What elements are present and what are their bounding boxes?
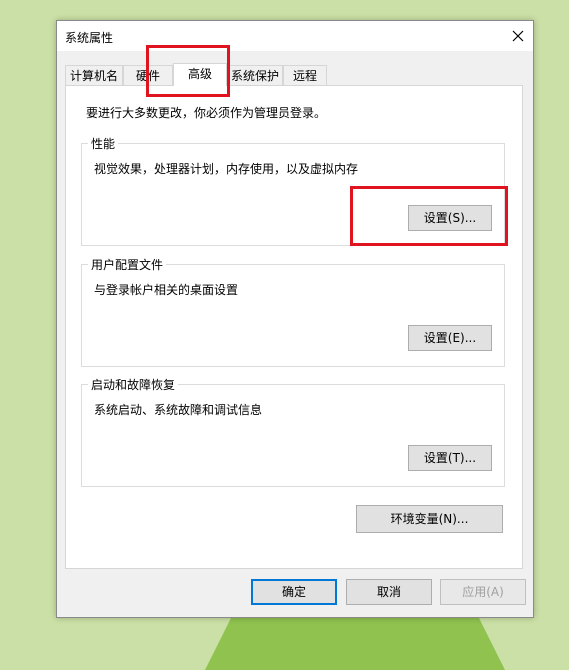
environment-variables-button[interactable]: 环境变量(N)... [356, 505, 503, 533]
tab-system-protection[interactable]: 系统保护 [227, 65, 283, 85]
apply-button: 应用(A) [440, 579, 526, 605]
startup-recovery-group: 启动和故障恢复 系统启动、系统故障和调试信息 设置(T)... [81, 376, 505, 487]
user-profiles-title: 用户配置文件 [88, 256, 167, 273]
startup-recovery-title: 启动和故障恢复 [88, 376, 179, 393]
ok-button[interactable]: 确定 [251, 579, 337, 605]
advanced-tab-panel: 要进行大多数更改，你必须作为管理员登录。 性能 视觉效果，处理器计划，内存使用，… [65, 85, 523, 569]
user-profiles-desc: 与登录帐户相关的桌面设置 [94, 283, 239, 297]
performance-group: 性能 视觉效果，处理器计划，内存使用，以及虚拟内存 设置(S)... [81, 135, 505, 246]
startup-recovery-settings-button[interactable]: 设置(T)... [408, 445, 492, 471]
user-profiles-settings-button[interactable]: 设置(E)... [408, 325, 492, 351]
title-bar: 系统属性 [57, 21, 533, 51]
tab-remote[interactable]: 远程 [283, 65, 327, 85]
tab-advanced[interactable]: 高级 [173, 63, 227, 86]
performance-settings-button[interactable]: 设置(S)... [408, 205, 492, 231]
close-icon [512, 30, 524, 42]
tab-hardware[interactable]: 硬件 [123, 65, 173, 85]
performance-title: 性能 [88, 135, 119, 152]
startup-recovery-desc: 系统启动、系统故障和调试信息 [94, 403, 263, 417]
background-shape [205, 610, 505, 670]
performance-desc: 视觉效果，处理器计划，内存使用，以及虚拟内存 [94, 162, 359, 176]
admin-notice: 要进行大多数更改，你必须作为管理员登录。 [86, 106, 327, 120]
window-title: 系统属性 [65, 31, 114, 45]
close-button[interactable] [503, 21, 533, 51]
tab-computer-name[interactable]: 计算机名 [65, 65, 123, 85]
system-properties-dialog: 系统属性 计算机名 硬件 高级 系统保护 远程 要进行大多数更改，你必须作为管理… [56, 20, 534, 618]
user-profiles-group: 用户配置文件 与登录帐户相关的桌面设置 设置(E)... [81, 256, 505, 367]
cancel-button[interactable]: 取消 [346, 579, 432, 605]
